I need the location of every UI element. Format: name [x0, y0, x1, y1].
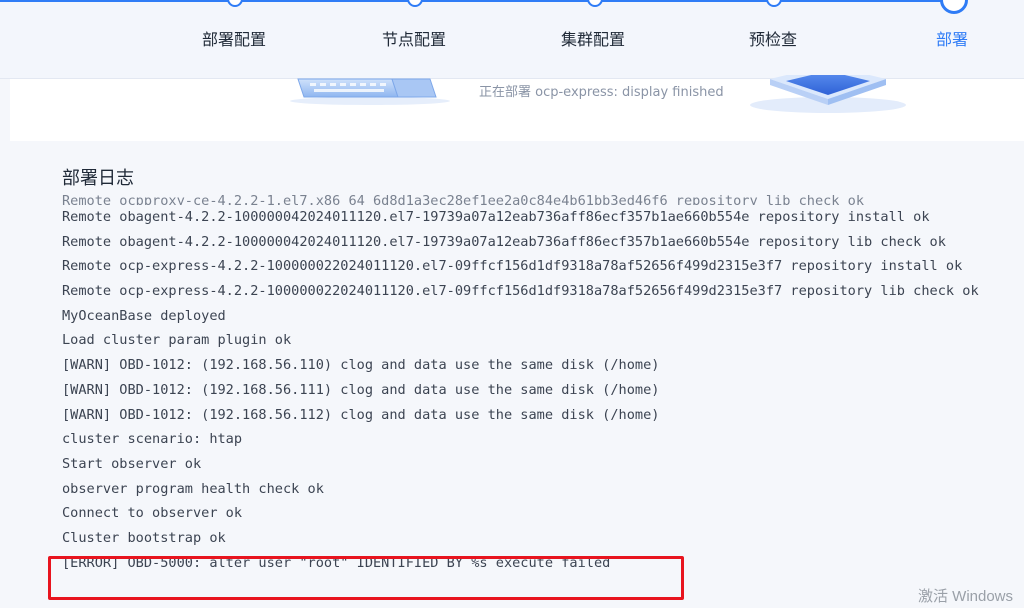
steps-progress-track [0, 0, 966, 2]
step-node-config[interactable]: 节点配置 [382, 26, 446, 50]
keyboard-illustration-icon [290, 78, 450, 105]
deploy-status-text: 正在部署 ocp-express: display finished [479, 85, 724, 100]
log-line: Remote obagent-4.2.2-100000042024011120.… [62, 209, 930, 225]
log-line: Connect to observer ok [62, 505, 243, 522]
log-line: Remote ocp-express-4.2.2-100000022024011… [62, 258, 963, 275]
step-cluster-config[interactable]: 集群配置 [561, 26, 625, 50]
step-dot-1 [227, 0, 243, 7]
log-line: Start observer ok [62, 455, 202, 472]
log-line: Load cluster param plugin ok [62, 332, 292, 349]
log-line-warn: [WARN] OBD-1012: (192.168.56.111) clog a… [62, 381, 660, 398]
log-line: observer program health check ok [62, 480, 324, 497]
log-line: Remote ocpproxy-ce-4.2.2-1.el7.x86_64 6d… [62, 194, 865, 205]
log-line: MyOceanBase deployed [62, 307, 226, 324]
windows-activation-watermark: 激活 Windows [918, 588, 1014, 605]
log-line: Remote ocp-express-4.2.2-100000022024011… [62, 283, 979, 300]
log-line: cluster scenario: htap [62, 431, 243, 448]
log-line-warn: [WARN] OBD-1012: (192.168.56.112) clog a… [62, 406, 660, 423]
step-dot-4 [766, 0, 782, 7]
deploy-steps-header: 部署配置 节点配置 集群配置 预检查 部署 [0, 0, 1024, 79]
deploy-progress-strip: 正在部署 ocp-express: display finished [10, 75, 1024, 141]
server-illustration-icon [750, 75, 906, 113]
step-deploy-config[interactable]: 部署配置 [202, 26, 266, 50]
step-dot-current [940, 0, 968, 14]
step-precheck[interactable]: 预检查 [749, 26, 797, 50]
step-deploy[interactable]: 部署 [936, 26, 968, 50]
log-title: 部署日志 [62, 168, 134, 189]
log-line-warn: [WARN] OBD-1012: (192.168.56.110) clog a… [62, 357, 660, 374]
deploy-log-panel: 部署日志 Remote ocpproxy-ce-4.2.2-1.el7.x86_… [36, 142, 1024, 608]
log-output[interactable]: Remote ocpproxy-ce-4.2.2-1.el7.x86_64 6d… [62, 194, 1024, 608]
step-dot-3 [587, 0, 603, 7]
step-dot-2 [407, 0, 423, 7]
log-line: Remote obagent-4.2.2-100000042024011120.… [62, 233, 946, 250]
log-line: Cluster bootstrap ok [62, 529, 226, 546]
error-highlight-box [48, 556, 684, 600]
